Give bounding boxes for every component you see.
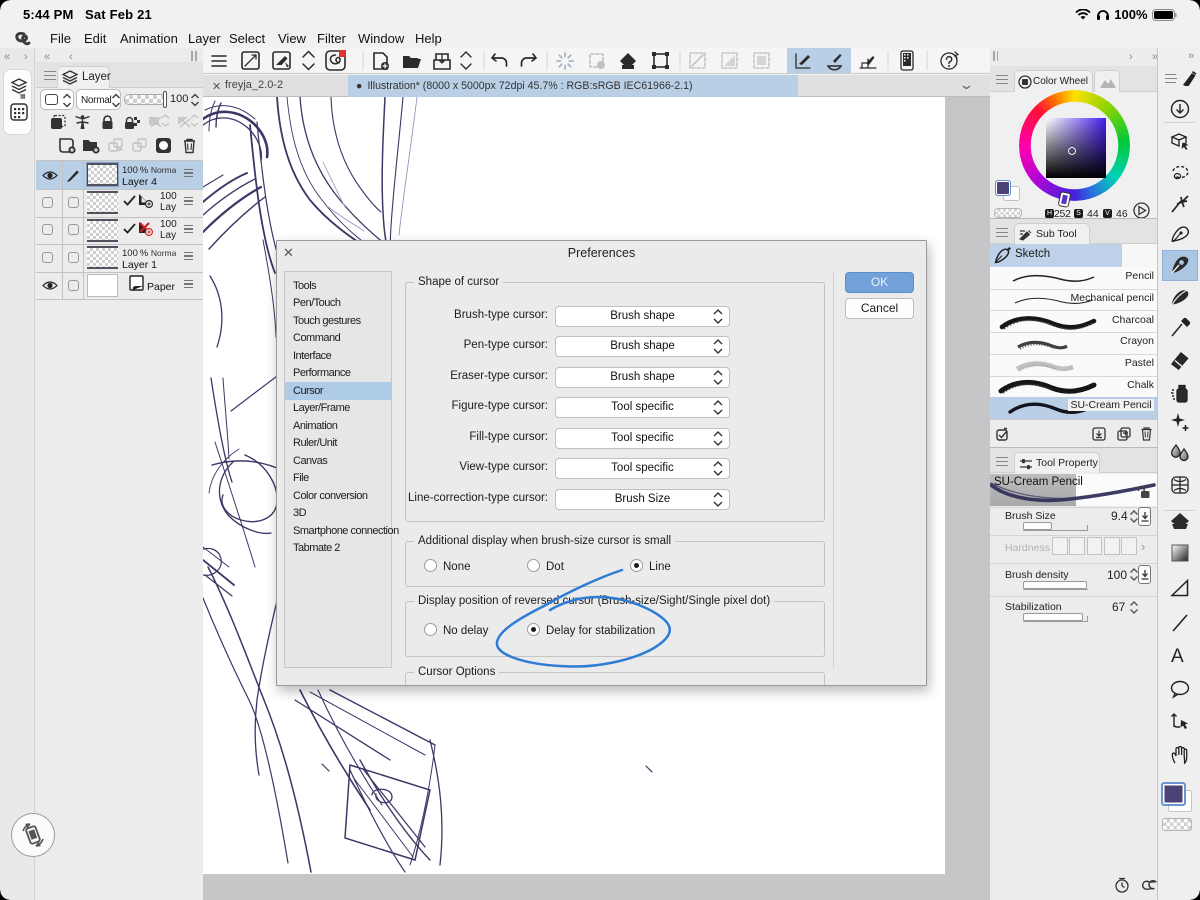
svg-text:▦: ▦: [20, 94, 26, 99]
